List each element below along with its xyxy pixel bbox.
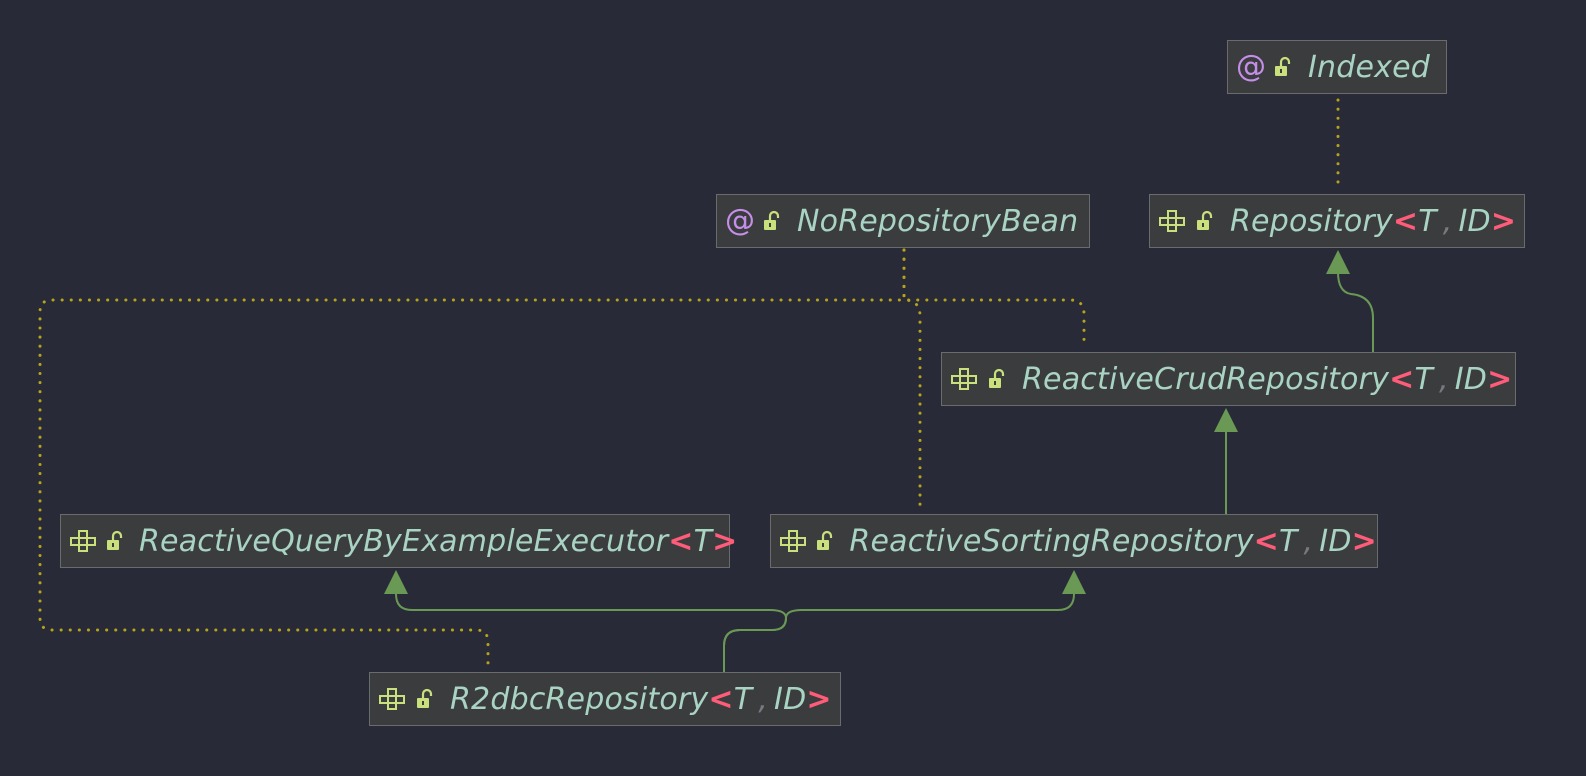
generic-close-bracket: > <box>1351 523 1377 559</box>
interface-icon <box>950 367 980 391</box>
type-parameters: <T, ID> <box>1254 524 1377 559</box>
node-name-text: ReactiveQueryByExampleExecutor <box>139 523 669 559</box>
edge-reactive-crud-repository-to-repository <box>1337 271 1374 352</box>
at-icon: @ <box>725 203 755 238</box>
unlocked-padlock-icon <box>105 530 125 552</box>
node-name-text: NoRepositoryBean <box>797 203 1079 239</box>
node-name: R2dbcRepository<T, ID> <box>450 682 832 717</box>
unlocked-padlock-icon <box>414 688 436 710</box>
generic-open-bracket: < <box>1253 523 1280 559</box>
unlocked-padlock-icon <box>815 530 835 552</box>
edge-r2dbc-repository-to-reactive-sorting-repository <box>723 593 1075 672</box>
inheritance-arrowhead <box>1326 250 1350 274</box>
interface-icon <box>779 529 809 553</box>
type-param-separator: , <box>758 681 769 717</box>
unlocked-padlock-icon <box>986 368 1008 390</box>
node-name-text: Indexed <box>1308 49 1431 85</box>
type-parameters: <T> <box>668 524 737 559</box>
generic-open-bracket: < <box>708 681 734 717</box>
type-parameters: <T, ID> <box>708 682 831 717</box>
node-indexed[interactable]: @ Indexed <box>1227 40 1447 94</box>
interface-icon <box>378 687 408 711</box>
type-parameters: <T, ID> <box>1389 362 1512 397</box>
node-reactive-query-by-example-executor[interactable]: ReactiveQueryByExampleExecutor<T> <box>60 514 737 568</box>
type-param: T <box>1279 523 1298 559</box>
unlocked-padlock-icon <box>1194 210 1216 232</box>
node-name-text: ReactiveCrudRepository <box>1022 361 1390 397</box>
node-name: Indexed <box>1308 50 1430 85</box>
inheritance-arrowhead <box>384 570 408 594</box>
type-param: ID <box>1458 203 1491 239</box>
type-param: ID <box>774 681 807 717</box>
inheritance-arrowhead <box>1214 408 1238 432</box>
generic-close-bracket: > <box>712 523 738 559</box>
at-icon: @ <box>1236 49 1266 84</box>
unlocked-padlock-icon <box>1272 56 1294 78</box>
type-param: T <box>733 681 753 717</box>
node-name: ReactiveSortingRepository<T, ID> <box>849 524 1377 559</box>
type-param-separator: , <box>1438 361 1449 397</box>
node-reactive-sorting-repository[interactable]: ReactiveSortingRepository<T, ID> <box>770 514 1378 568</box>
node-name: Repository<T, ID> <box>1230 204 1516 239</box>
generic-open-bracket: < <box>668 523 694 559</box>
node-name: ReactiveCrudRepository<T, ID> <box>1022 362 1512 397</box>
type-param-separator: , <box>1303 523 1314 559</box>
node-name: NoRepositoryBean <box>797 204 1078 239</box>
node-name: ReactiveQueryByExampleExecutor<T> <box>139 524 738 559</box>
interface-icon <box>69 529 99 553</box>
type-parameters: <T, ID> <box>1393 204 1516 239</box>
edge-r2dbc-repository-to-no-repository-bean <box>38 248 906 668</box>
generic-open-bracket: < <box>1392 203 1419 239</box>
node-reactive-crud-repository[interactable]: ReactiveCrudRepository<T, ID> <box>941 352 1516 406</box>
edge-reactive-crud-repository-to-no-repository-bean <box>902 248 1086 344</box>
node-name-text: ReactiveSortingRepository <box>849 523 1254 559</box>
inheritance-arrowhead <box>1062 570 1086 594</box>
type-param-separator: , <box>1442 203 1453 239</box>
type-param: T <box>693 523 713 559</box>
node-no-repository-bean[interactable]: @ NoRepositoryBean <box>716 194 1090 248</box>
generic-close-bracket: > <box>1487 361 1513 397</box>
generic-open-bracket: < <box>1389 361 1415 397</box>
interface-icon <box>1158 209 1188 233</box>
type-param: ID <box>1319 523 1352 559</box>
type-param: ID <box>1454 361 1488 397</box>
unlocked-padlock-icon <box>761 210 783 232</box>
node-name-text: R2dbcRepository <box>450 681 709 717</box>
node-name-text: Repository <box>1230 203 1393 239</box>
edge-reactive-sorting-repository-to-no-repository-bean <box>902 248 922 508</box>
edge-r2dbc-repository-to-reactive-query-by-example-executor <box>395 593 788 672</box>
generic-close-bracket: > <box>806 681 832 717</box>
node-r2dbc-repository[interactable]: R2dbcRepository<T, ID> <box>369 672 841 726</box>
generic-close-bracket: > <box>1490 203 1517 239</box>
type-param: T <box>1414 361 1433 397</box>
node-repository[interactable]: Repository<T, ID> <box>1149 194 1525 248</box>
type-param: T <box>1418 203 1437 239</box>
